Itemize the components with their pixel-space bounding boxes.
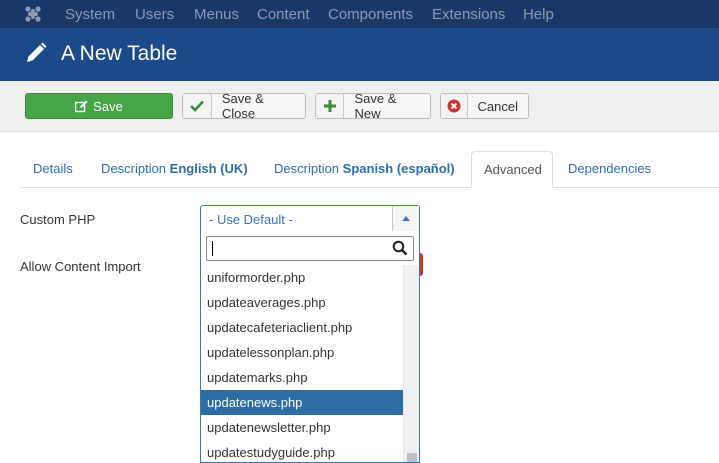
dropdown-search-input[interactable] xyxy=(206,236,414,261)
top-navbar: System Users Menus Content Components Ex… xyxy=(0,0,719,28)
tab-advanced-label: Advanced xyxy=(484,162,542,177)
tab-description-english[interactable]: Description English (UK) xyxy=(89,151,260,187)
dropdown-option[interactable]: updatelessonplan.php xyxy=(201,340,403,365)
tab-dependencies[interactable]: Dependencies xyxy=(556,151,663,187)
tab-description-spanish-label: Description xyxy=(274,161,340,176)
pencil-icon xyxy=(27,42,47,62)
tab-description-spanish-language: Spanish (español) xyxy=(342,161,455,176)
edit-icon xyxy=(75,100,88,112)
menu-extensions[interactable]: Extensions xyxy=(432,6,505,23)
dropdown-option[interactable]: updateaverages.php xyxy=(201,290,403,315)
custom-php-label: Custom PHP xyxy=(20,212,96,227)
tab-dependencies-label: Dependencies xyxy=(568,161,652,176)
dropdown-option[interactable]: updatenewsletter.php xyxy=(201,415,403,440)
custom-php-selected-value: - Use Default - xyxy=(209,212,293,227)
page-title: A New Table xyxy=(61,42,178,65)
tab-description-english-language: English (UK) xyxy=(169,161,248,176)
dropdown-options: uniformorder.php updateaverages.php upda… xyxy=(201,265,403,462)
save-button[interactable]: Save xyxy=(25,93,173,119)
title-bar: A New Table xyxy=(0,28,719,81)
menu-components[interactable]: Components xyxy=(328,6,413,23)
dropdown-option-highlighted[interactable]: updatenews.php xyxy=(201,390,403,415)
dropdown-option[interactable]: updatemarks.php xyxy=(201,365,403,390)
toolbar: Save Save & Close Save & New Cancel xyxy=(0,81,719,132)
cancel-button[interactable]: Cancel xyxy=(440,93,529,119)
dropdown-option[interactable]: updatestudyguide.php xyxy=(201,440,403,462)
tab-bar: Details Description English (UK) Descrip… xyxy=(20,151,719,188)
custom-php-dropdown: uniformorder.php updateaverages.php upda… xyxy=(200,231,420,463)
check-icon xyxy=(183,94,212,118)
cancel-icon xyxy=(441,94,468,118)
menu-help[interactable]: Help xyxy=(523,6,554,23)
save-new-button[interactable]: Save & New xyxy=(315,91,431,121)
chevron-up-icon[interactable] xyxy=(392,206,419,231)
search-icon xyxy=(392,240,408,256)
menu-users[interactable]: Users xyxy=(135,6,174,23)
menu-content[interactable]: Content xyxy=(257,6,310,23)
allow-content-import-label: Allow Content Import xyxy=(20,259,141,274)
dropdown-scrollbar[interactable] xyxy=(403,265,419,462)
scrollbar-thumb[interactable] xyxy=(407,453,417,462)
plus-icon xyxy=(316,94,345,118)
tab-description-spanish[interactable]: Description Spanish (español) xyxy=(262,151,467,187)
tab-description-english-label: Description xyxy=(101,161,167,176)
menu-system[interactable]: System xyxy=(65,6,115,23)
tab-advanced[interactable]: Advanced xyxy=(471,151,553,188)
cancel-label: Cancel xyxy=(477,98,518,114)
save-close-button[interactable]: Save & Close xyxy=(182,91,306,121)
tab-details-label: Details xyxy=(33,161,73,176)
save-label: Save xyxy=(93,98,123,114)
joomla-logo-icon[interactable] xyxy=(24,5,42,23)
save-close-label: Save & Close xyxy=(221,91,264,121)
tab-details[interactable]: Details xyxy=(21,151,85,187)
dropdown-option[interactable]: updatecafeteriaclient.php xyxy=(201,315,403,340)
menu-menus[interactable]: Menus xyxy=(194,6,239,23)
custom-php-select[interactable]: - Use Default - xyxy=(200,205,420,232)
dropdown-option[interactable]: uniformorder.php xyxy=(201,265,403,290)
text-cursor xyxy=(212,241,213,256)
save-new-label: Save & New xyxy=(354,91,397,121)
